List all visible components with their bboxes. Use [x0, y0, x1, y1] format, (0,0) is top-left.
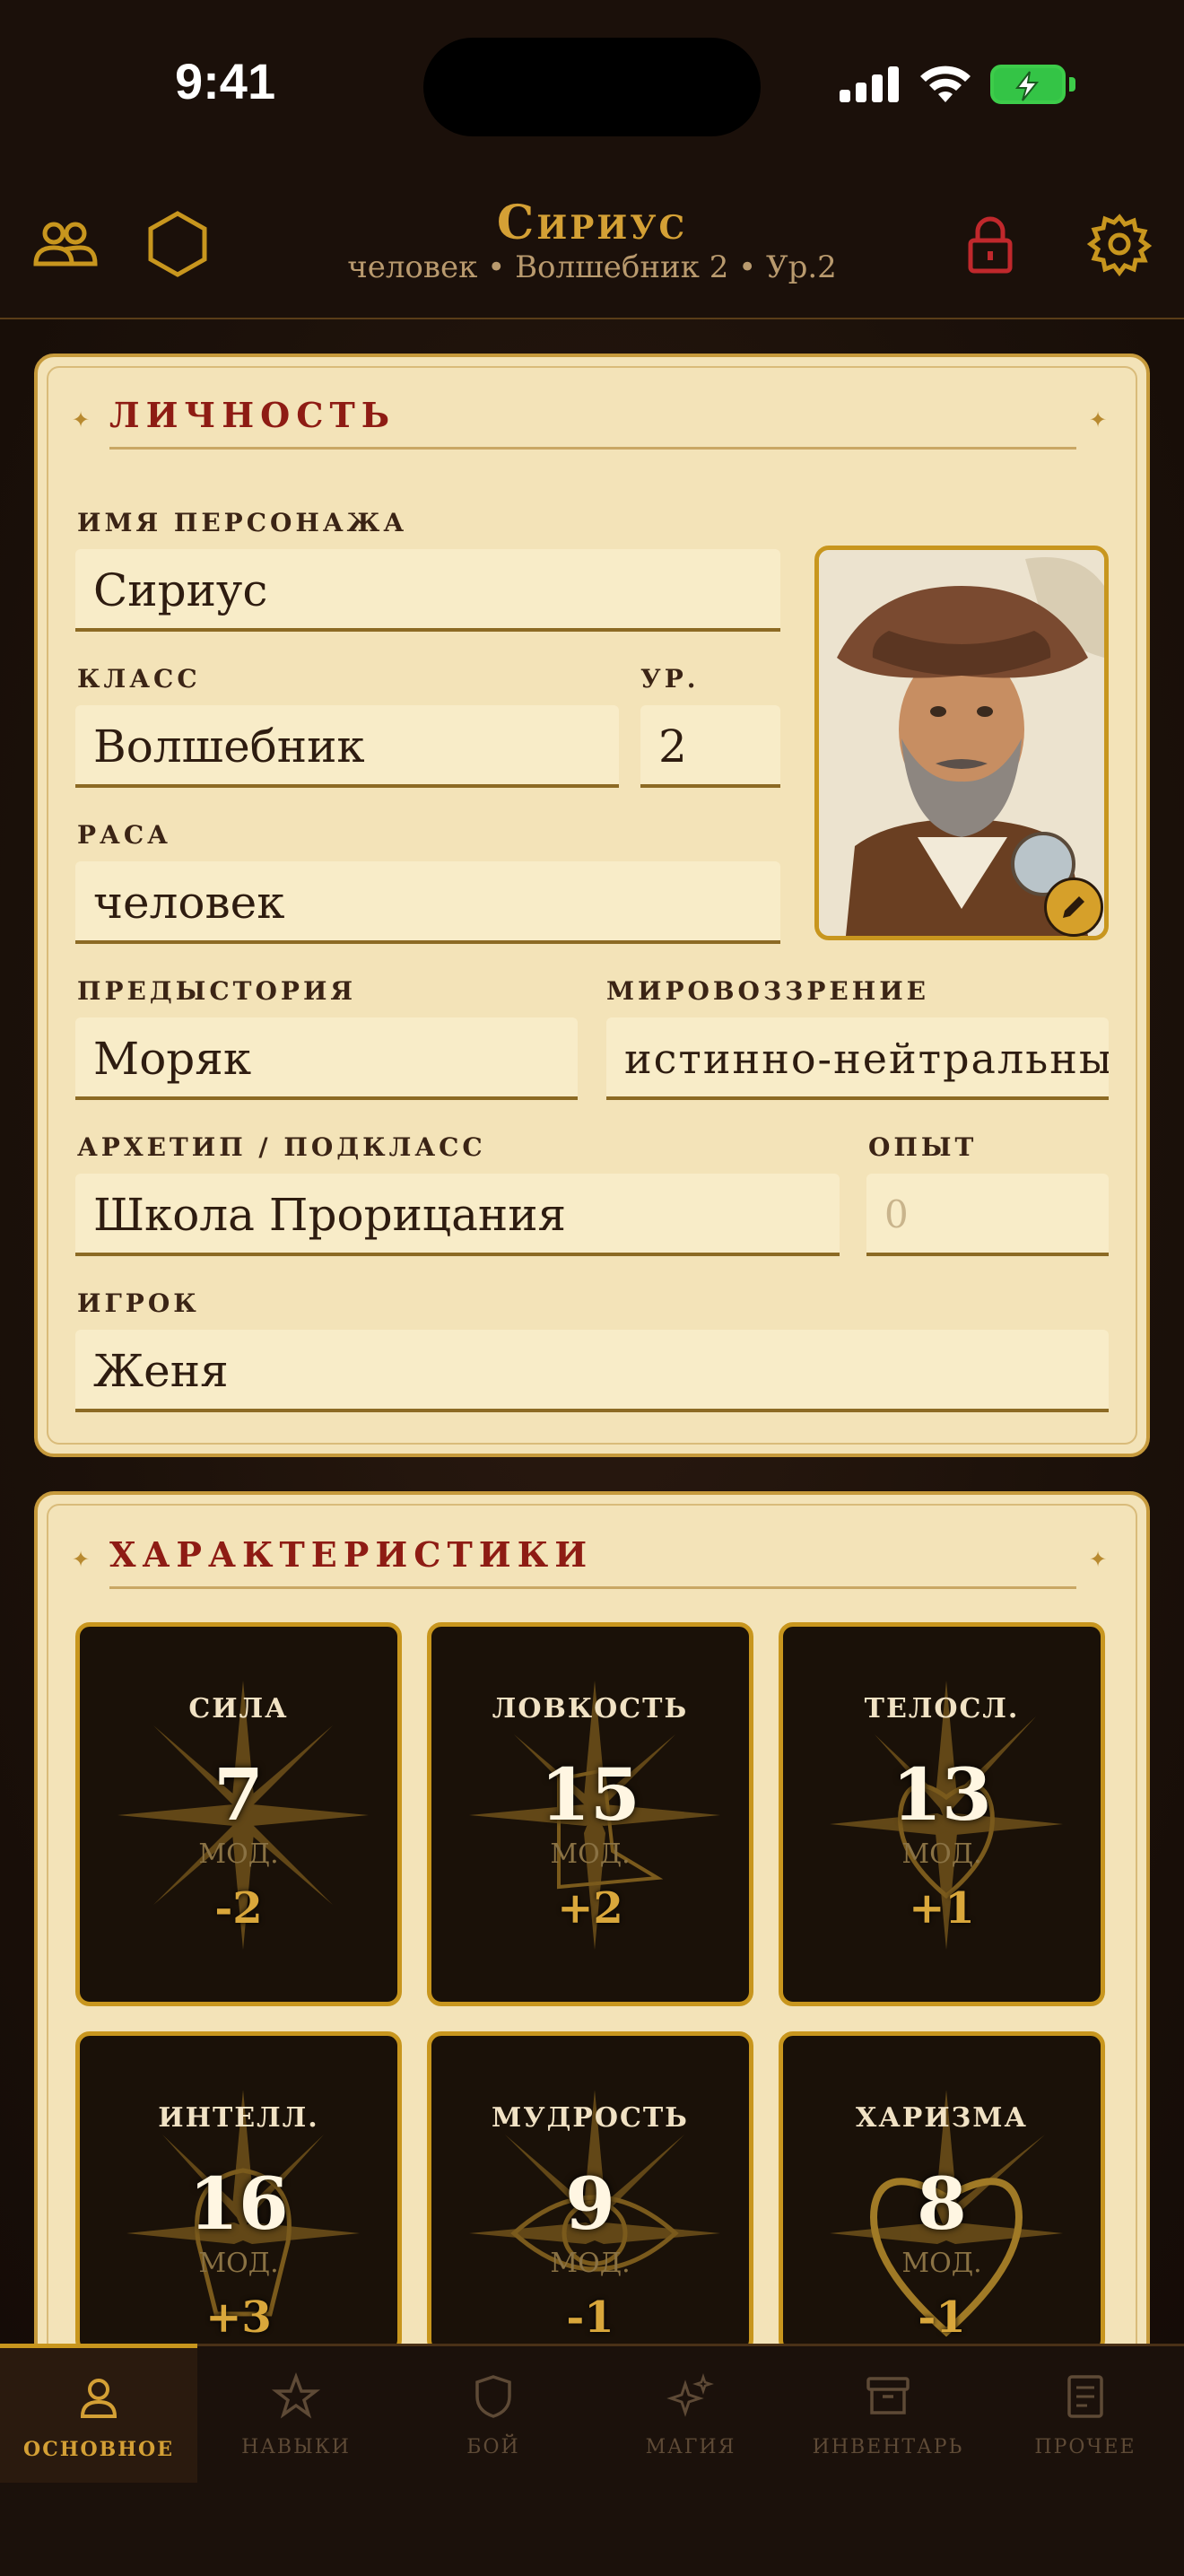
- users-icon: [33, 222, 98, 266]
- ability-mod-label: МОД.: [198, 1838, 279, 1870]
- ability-mod-label: МОД.: [550, 2248, 631, 2279]
- tab-skills[interactable]: НАВЫКИ: [197, 2346, 395, 2481]
- battery-icon: [990, 65, 1066, 104]
- ability-name: СИЛА: [188, 1693, 289, 1725]
- ability-modifier: +3: [205, 2292, 272, 2343]
- tab-main[interactable]: ОСНОВНОЕ: [0, 2344, 197, 2483]
- ornament-star-icon: ✦: [1089, 1547, 1108, 1572]
- section-title-abilities: ХАРАКТЕРИСТИКИ: [109, 1534, 594, 1575]
- subclass-field[interactable]: Школа Прорицания: [75, 1174, 840, 1256]
- character-name-title: Сириус: [496, 196, 688, 250]
- alignment-label: МИРОВОЗЗРЕНИЕ: [606, 976, 929, 1006]
- portrait-image: [819, 550, 1104, 936]
- alignment-field[interactable]: истинно-нейтральный: [606, 1017, 1109, 1100]
- ability-modifier: -1: [918, 2292, 966, 2343]
- ability-score: 8: [917, 2161, 967, 2246]
- ability-card-intelligence[interactable]: ИНТЕЛЛ. 16 МОД. +3: [75, 2031, 402, 2354]
- ability-score: 9: [565, 2161, 615, 2246]
- tab-label: ИНВЕНТАРЬ: [812, 2436, 964, 2458]
- ability-name: ХАРИЗМА: [856, 2102, 1028, 2134]
- sparkles-icon: [666, 2373, 714, 2417]
- race-field[interactable]: человек: [75, 861, 780, 944]
- document-icon: [1067, 2375, 1103, 2418]
- ornament-star-icon: ✦: [72, 1547, 91, 1572]
- ability-mod-label: МОД.: [901, 1838, 982, 1870]
- xp-label: ОПЫТ: [868, 1132, 978, 1162]
- ability-modifier: +2: [557, 1883, 623, 1934]
- ability-score: 13: [892, 1752, 992, 1837]
- status-bar: 9:41: [0, 0, 1184, 170]
- party-button[interactable]: [30, 210, 99, 278]
- battery-cap: [1069, 77, 1075, 92]
- section-divider: [109, 1586, 1076, 1589]
- lock-button[interactable]: [956, 210, 1024, 278]
- ability-modifier: -2: [214, 1883, 263, 1934]
- ornament-star-icon: ✦: [1089, 407, 1108, 432]
- hexagon-icon: [148, 211, 207, 277]
- tab-label: ОСНОВНОЕ: [23, 2438, 174, 2461]
- ability-score: 15: [540, 1752, 640, 1837]
- ability-score: 16: [188, 2161, 289, 2246]
- ability-name: ЛОВКОСТЬ: [492, 1693, 689, 1725]
- name-label: ИМЯ ПЕРСОНАЖА: [77, 508, 408, 537]
- character-subtitle: человек • Волшебник 2 • Ур.2: [347, 249, 837, 285]
- gear-icon: [1086, 214, 1153, 277]
- dynamic-island: [423, 38, 761, 136]
- ability-card-strength[interactable]: СИЛА 7 МОД. -2: [75, 1622, 402, 2006]
- level-label: УР.: [640, 664, 700, 694]
- lock-icon: [968, 216, 1013, 274]
- ability-card-constitution[interactable]: ТЕЛОСЛ. 13 МОД. +1: [779, 1622, 1105, 2006]
- ability-card-wisdom[interactable]: МУДРОСТЬ 9 МОД. -1: [427, 2031, 753, 2354]
- pencil-icon: [1063, 896, 1084, 918]
- ability-modifier: +1: [909, 1883, 975, 1934]
- ability-name: МУДРОСТЬ: [492, 2102, 689, 2134]
- tab-label: БОЙ: [466, 2436, 520, 2458]
- player-field[interactable]: Женя: [75, 1330, 1109, 1412]
- ability-score: 7: [213, 1752, 264, 1837]
- tab-magic[interactable]: МАГИЯ: [592, 2346, 789, 2481]
- wifi-icon: [920, 65, 971, 102]
- character-name-field[interactable]: Сириус: [75, 549, 780, 632]
- player-label: ИГРОК: [77, 1288, 200, 1318]
- tab-label: МАГИЯ: [645, 2436, 736, 2458]
- xp-field[interactable]: 0: [866, 1174, 1109, 1256]
- shield-icon: [475, 2375, 511, 2418]
- tab-combat[interactable]: БОЙ: [395, 2346, 592, 2481]
- person-icon: [80, 2379, 118, 2418]
- status-time: 9:41: [175, 53, 276, 109]
- section-divider: [109, 447, 1076, 450]
- section-title-personality: ЛИЧНОСТЬ: [109, 395, 396, 435]
- ornament-star-icon: ✦: [72, 407, 91, 432]
- race-label: РАСА: [77, 820, 171, 850]
- ability-name: ИНТЕЛЛ.: [158, 2102, 319, 2134]
- settings-button[interactable]: [1085, 210, 1154, 278]
- ability-name: ТЕЛОСЛ.: [864, 1693, 1020, 1725]
- background-label: ПРЕДЫСТОРИЯ: [77, 976, 357, 1006]
- ability-modifier: -1: [566, 2292, 614, 2343]
- dice-button[interactable]: [144, 210, 212, 278]
- tab-label: ПРОЧЕЕ: [1034, 2436, 1136, 2458]
- tab-inventory[interactable]: ИНВЕНТАРЬ: [789, 2346, 987, 2481]
- tab-label: НАВЫКИ: [241, 2436, 351, 2458]
- ability-card-charisma[interactable]: ХАРИЗМА 8 МОД. -1: [779, 2031, 1105, 2354]
- archive-box-icon: [866, 2377, 910, 2414]
- tab-other[interactable]: ПРОЧЕЕ: [987, 2346, 1184, 2481]
- ability-mod-label: МОД.: [901, 2248, 982, 2279]
- ability-mod-label: МОД.: [198, 2248, 279, 2279]
- level-field[interactable]: 2: [640, 705, 780, 788]
- background-field[interactable]: Моряк: [75, 1017, 578, 1100]
- subclass-label: АРХЕТИП / ПОДКЛАСС: [77, 1132, 486, 1162]
- class-label: КЛАСС: [77, 664, 201, 694]
- edit-portrait-button[interactable]: [1044, 878, 1103, 937]
- class-field[interactable]: Волшебник: [75, 705, 619, 788]
- app-header: Сириус человек • Волшебник 2 • Ур.2: [0, 170, 1184, 319]
- ability-mod-label: МОД.: [550, 1838, 631, 1870]
- star-icon: [271, 2372, 321, 2419]
- ability-card-dexterity[interactable]: ЛОВКОСТЬ 15 МОД. +2: [427, 1622, 753, 2006]
- bottom-tab-bar: ОСНОВНОЕ НАВЫКИ БОЙ МАГИЯ ИНВЕНТАРЬ ПРОЧ…: [0, 2344, 1184, 2576]
